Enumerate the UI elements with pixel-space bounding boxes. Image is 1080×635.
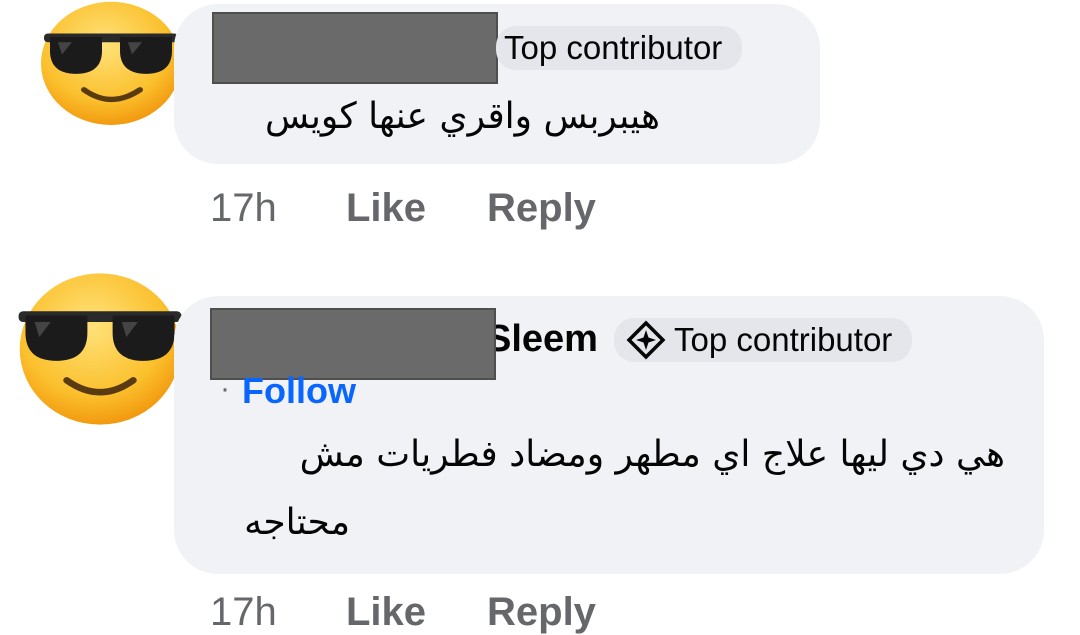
comment-text-line-2: محتاجه <box>244 502 350 543</box>
follow-button[interactable]: Follow <box>242 370 356 412</box>
top-contributor-icon <box>626 320 666 360</box>
comment-timestamp[interactable]: 17h <box>210 590 277 635</box>
comment-text-line-1: هي دي ليها علاج اي مطهر ومضاد فطريات مش <box>299 434 1005 475</box>
reply-button[interactable]: Reply <box>487 590 596 635</box>
badge-label: Top contributor <box>674 321 893 358</box>
sunglasses-emoji-icon <box>18 273 182 425</box>
comment-text: هيبربس واقري عنها كويس <box>264 96 660 137</box>
like-button[interactable]: Like <box>346 590 426 635</box>
reply-button[interactable]: Reply <box>487 186 596 231</box>
redacted-author-name <box>212 12 498 84</box>
separator-dot: · <box>220 372 230 405</box>
comment-timestamp[interactable]: 17h <box>210 186 277 231</box>
top-contributor-badge[interactable]: Top contributor <box>496 26 743 70</box>
top-contributor-badge[interactable]: Top contributor <box>614 318 913 362</box>
like-button[interactable]: Like <box>346 186 426 231</box>
badge-label: Top contributor <box>504 29 723 66</box>
avatar[interactable] <box>14 268 186 430</box>
avatar[interactable] <box>36 0 186 132</box>
author-name[interactable]: Sleem <box>486 318 598 361</box>
sunglasses-emoji-icon <box>41 1 181 125</box>
